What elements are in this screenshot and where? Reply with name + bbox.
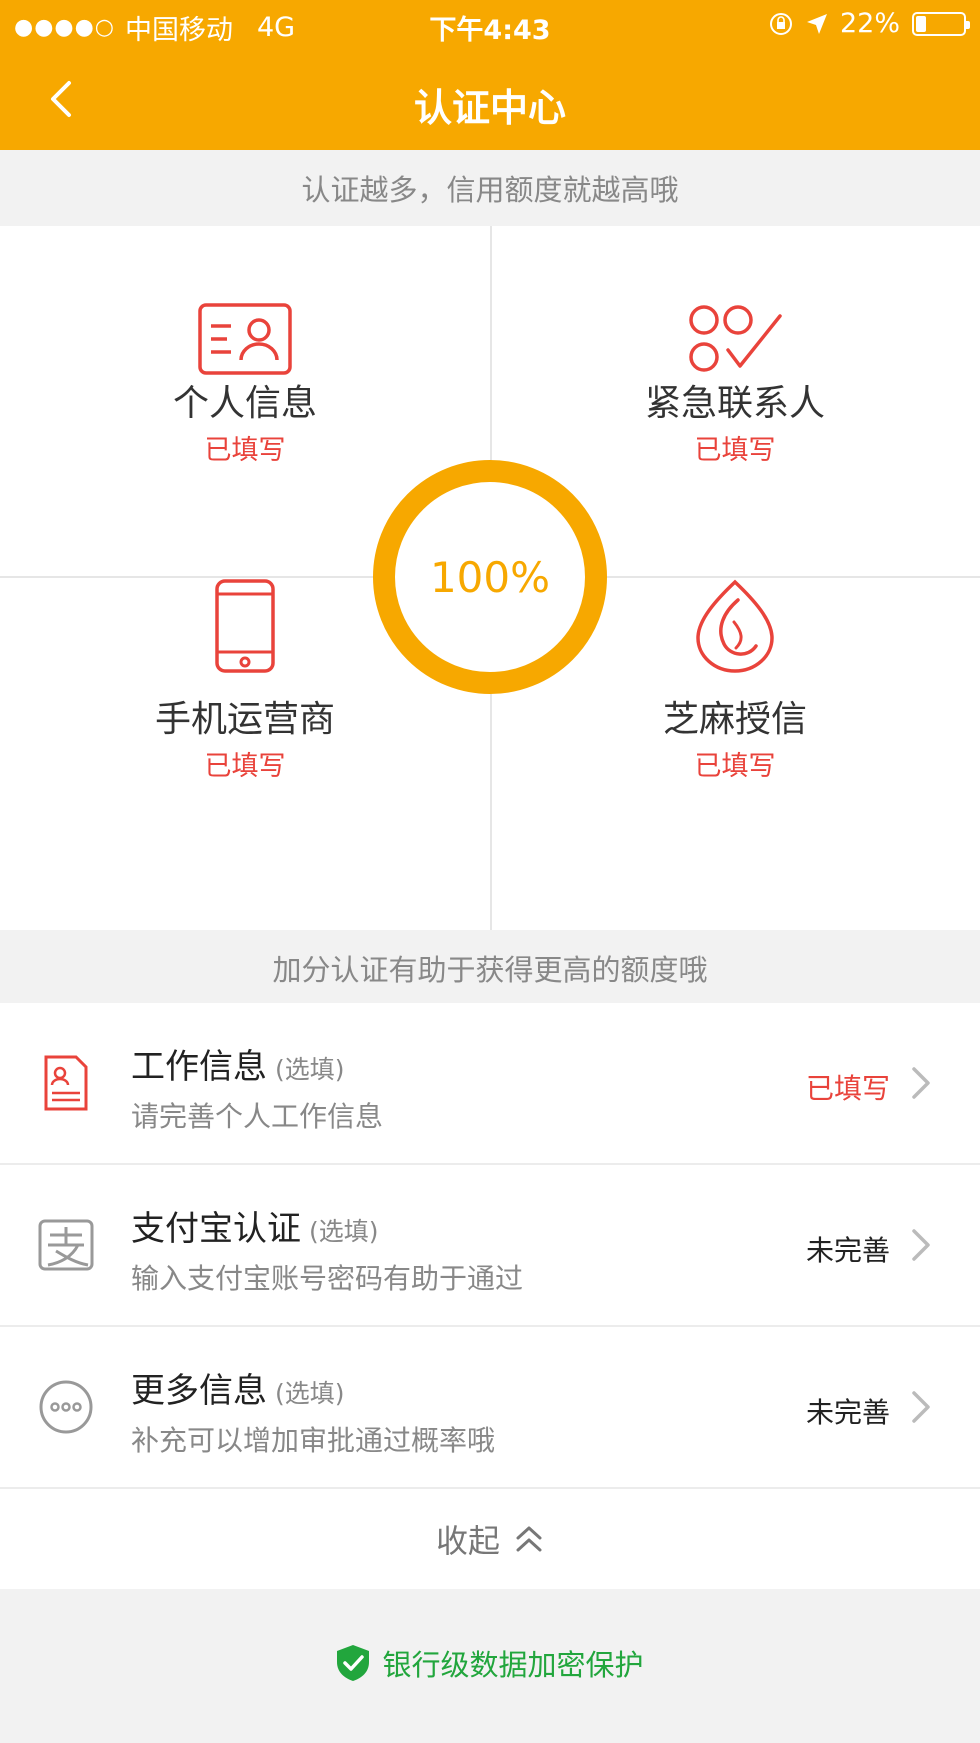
nav-bar: 认证中心 bbox=[0, 55, 980, 145]
double-chevron-up-icon bbox=[516, 1526, 542, 1552]
app-header: ●●●●○ 中国移动 4G 下午4:43 22% 认证中心 bbox=[0, 0, 980, 150]
rotation-lock-icon bbox=[769, 12, 792, 35]
grid-item-label: 紧急联系人 bbox=[644, 383, 825, 424]
grid-item-status: 已填写 bbox=[204, 751, 286, 782]
shield-check-icon bbox=[337, 1645, 370, 1681]
list-item-title: 支付宝认证 (选填) bbox=[131, 1201, 379, 1250]
page-title: 认证中心 bbox=[413, 86, 566, 130]
more-icon bbox=[39, 1380, 93, 1434]
battery-percent: 22% bbox=[839, 8, 900, 39]
list-item-alipay[interactable]: 支付宝认证 (选填) 输入支付宝账号密码有助于通过 未完善 bbox=[0, 1165, 980, 1327]
grid-item-label: 个人信息 bbox=[172, 383, 317, 424]
progress-percent: 100% bbox=[429, 552, 551, 602]
optional-tag: (选填) bbox=[309, 1217, 379, 1246]
list-item-title-text: 更多信息 bbox=[131, 1371, 267, 1411]
list-item-status: 未完善 bbox=[805, 1234, 890, 1267]
list-item-more-info[interactable]: 更多信息 (选填) 补充可以增加审批通过概率哦 未完善 bbox=[0, 1327, 980, 1489]
optional-tag: (选填) bbox=[275, 1055, 345, 1084]
grid-item-status: 已填写 bbox=[694, 751, 776, 782]
list-item-status: 已填写 bbox=[805, 1072, 890, 1105]
status-bar: ●●●●○ 中国移动 4G 下午4:43 22% bbox=[0, 0, 980, 50]
list-item-status: 未完善 bbox=[805, 1396, 890, 1429]
list-item-subtitle: 补充可以增加审批通过概率哦 bbox=[131, 1424, 496, 1457]
list-item-title-text: 支付宝认证 bbox=[131, 1209, 301, 1249]
credit-tip: 认证越多，信用额度就越高哦 bbox=[0, 150, 980, 225]
sesame-icon bbox=[696, 579, 774, 673]
grid-item-status: 已填写 bbox=[204, 435, 286, 466]
list-item-subtitle: 请完善个人工作信息 bbox=[131, 1100, 384, 1133]
phone-icon bbox=[215, 579, 275, 673]
collapse-button[interactable]: 收起 bbox=[0, 1489, 980, 1589]
bonus-verification-list: 工作信息 (选填) 请完善个人工作信息 已填写 支付宝认证 (选填) 输入支付宝账号… bbox=[0, 1003, 980, 1589]
battery-icon bbox=[912, 11, 970, 36]
progress-ring: 100% bbox=[373, 460, 607, 694]
list-item-subtitle: 输入支付宝账号密码有助于通过 bbox=[131, 1262, 524, 1295]
id-card-icon bbox=[198, 303, 292, 375]
grid-item-status: 已填写 bbox=[694, 435, 776, 466]
list-item-title: 工作信息 (选填) bbox=[131, 1039, 345, 1088]
chevron-right-icon bbox=[912, 1229, 930, 1261]
chevron-right-icon bbox=[912, 1067, 930, 1099]
bonus-tip: 加分认证有助于获得更高的额度哦 bbox=[0, 930, 980, 1005]
grid-item-label: 芝麻授信 bbox=[662, 699, 807, 740]
chevron-right-icon bbox=[912, 1391, 930, 1423]
verification-grid: 个人信息 已填写 紧急联系人 已填写 手机运营商 已填写 芝麻授信 已填写 10… bbox=[0, 226, 980, 930]
collapse-label: 收起 bbox=[435, 1522, 500, 1560]
grid-item-label: 手机运营商 bbox=[154, 699, 335, 740]
location-arrow-icon bbox=[806, 13, 827, 34]
alipay-icon bbox=[38, 1219, 94, 1271]
optional-tag: (选填) bbox=[275, 1379, 345, 1408]
list-item-title-text: 工作信息 bbox=[131, 1047, 267, 1087]
security-notice: 银行级数据加密保护 bbox=[0, 1642, 980, 1684]
footer: 银行级数据加密保护 bbox=[0, 1598, 980, 1743]
list-item-title: 更多信息 (选填) bbox=[131, 1363, 345, 1412]
document-icon bbox=[44, 1055, 88, 1111]
contacts-check-icon bbox=[689, 305, 782, 372]
list-item-work-info[interactable]: 工作信息 (选填) 请完善个人工作信息 已填写 bbox=[0, 1003, 980, 1165]
security-text: 银行级数据加密保护 bbox=[382, 1648, 644, 1682]
